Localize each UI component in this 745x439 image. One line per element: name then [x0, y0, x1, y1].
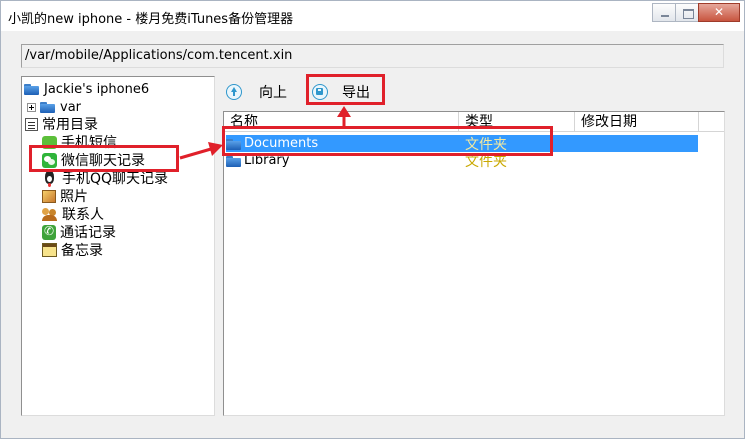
annotation-box-documents [222, 126, 553, 156]
phone-icon [42, 224, 56, 240]
tree-item-label: 联系人 [62, 207, 104, 223]
folder-icon [40, 99, 56, 115]
tree-item-calls[interactable]: 通话记录 [42, 223, 116, 241]
tree-node-common[interactable]: 常用目录 [25, 115, 98, 133]
window-title: 小凯的new iphone - 楼月免费iTunes备份管理器 [8, 12, 294, 27]
title-bar[interactable]: 小凯的new iphone - 楼月免费iTunes备份管理器 [1, 1, 744, 31]
file-list[interactable]: 名称 类型 修改日期 Documents 文件夹 Library 文件夹 [223, 111, 725, 416]
annotation-box-export [306, 74, 385, 105]
qq-icon [42, 170, 58, 186]
tree-node-var-label: var [60, 99, 82, 115]
list-icon [25, 117, 38, 131]
contacts-icon [42, 206, 58, 222]
expand-icon[interactable] [27, 102, 36, 112]
tree-item-label: 备忘录 [61, 243, 103, 259]
tree-node-device-label: Jackie's iphone6 [44, 81, 150, 97]
tree-item-contacts[interactable]: 联系人 [42, 205, 104, 223]
path-text: /var/mobile/Applications/com.tencent.xin [25, 48, 293, 63]
memo-icon [42, 243, 57, 257]
maximize-button[interactable] [675, 3, 699, 22]
up-button[interactable]: 向上 [226, 82, 287, 102]
path-field[interactable]: /var/mobile/Applications/com.tencent.xin [21, 44, 724, 68]
annotation-box-wechat [29, 145, 179, 172]
up-arrow-icon [226, 84, 242, 100]
tree-node-common-label: 常用目录 [42, 117, 98, 133]
folder-tree[interactable]: Jackie's iphone6 var 常用目录 手机短信 微信聊天记录 手机… [21, 76, 215, 416]
column-header-modified[interactable]: 修改日期 [575, 112, 699, 132]
tree-node-device[interactable]: Jackie's iphone6 [24, 80, 149, 98]
up-button-label: 向上 [259, 85, 287, 101]
app-window: 小凯的new iphone - 楼月免费iTunes备份管理器 /var/mob… [0, 0, 745, 439]
tree-item-label: 通话记录 [60, 225, 116, 241]
folder-icon [24, 81, 40, 97]
tree-item-photos[interactable]: 照片 [42, 187, 88, 205]
tree-item-label: 照片 [60, 189, 88, 205]
close-button[interactable] [698, 3, 740, 22]
window-controls [652, 3, 740, 23]
minimize-button[interactable] [652, 3, 676, 22]
photo-icon [42, 189, 56, 203]
tree-item-memo[interactable]: 备忘录 [42, 241, 103, 259]
